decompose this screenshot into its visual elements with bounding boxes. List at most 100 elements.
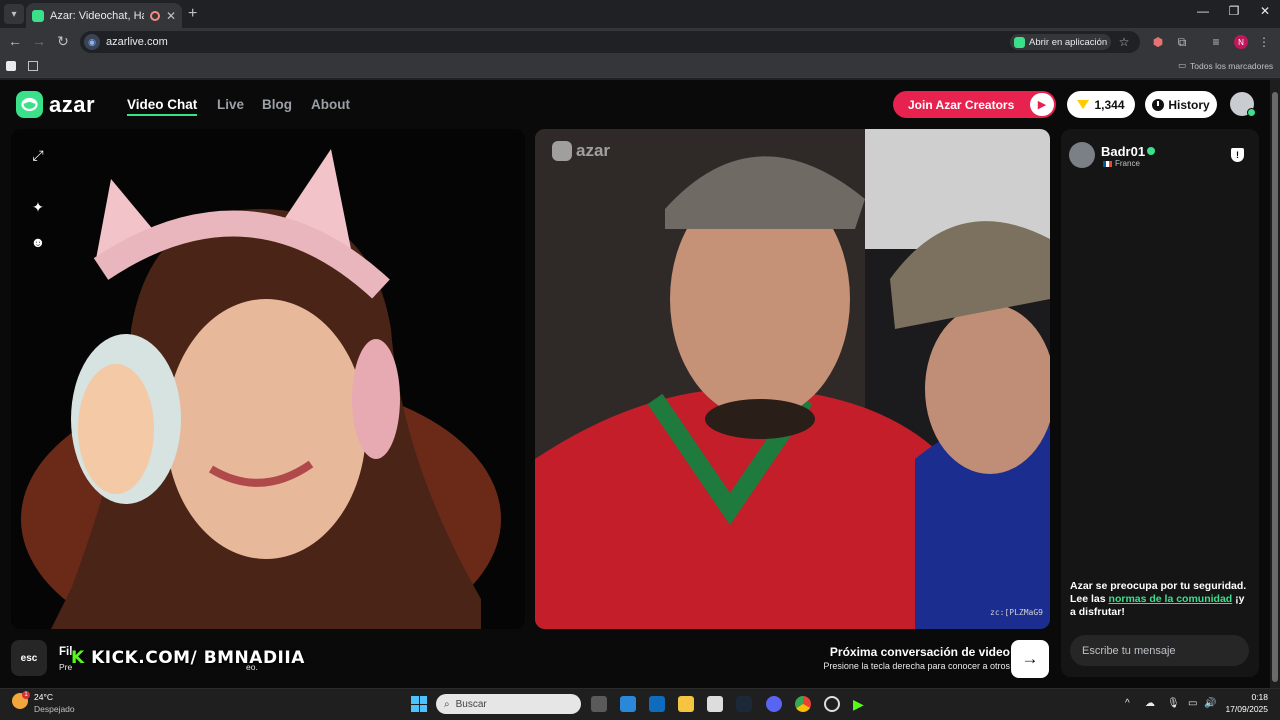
task-view-icon[interactable] xyxy=(591,696,607,712)
volume-icon[interactable]: 🔊 xyxy=(1204,698,1216,709)
tab-title: Azar: Videochat, Haz nuevo xyxy=(50,9,144,22)
effects-sparkle-icon[interactable]: ✦ xyxy=(29,198,47,216)
media-queue-icon[interactable]: ≡ xyxy=(1208,35,1224,49)
france-flag-icon xyxy=(1103,160,1112,167)
all-bookmarks-button[interactable]: ▭ Todos los marcadores xyxy=(1178,60,1273,71)
maximize-button[interactable]: ❐ xyxy=(1219,4,1249,18)
recording-icon xyxy=(149,10,160,21)
watermark-logo-icon xyxy=(552,141,572,161)
next-arrow-button[interactable]: → xyxy=(1011,640,1049,678)
watermark-text: azar xyxy=(576,141,611,160)
join-creators-button[interactable]: Join Azar Creators ▶ xyxy=(893,91,1056,118)
bookmark-star-icon[interactable]: ☆ xyxy=(1116,35,1132,49)
close-window-button[interactable]: ✕ xyxy=(1250,4,1280,18)
network-icon[interactable]: ▭ xyxy=(1188,698,1197,709)
steam-icon[interactable] xyxy=(736,696,752,712)
taskbar-search-label: Buscar xyxy=(455,698,487,710)
photos-icon[interactable] xyxy=(707,696,723,712)
open-in-app-button[interactable]: Abrir en aplicación xyxy=(1010,34,1112,50)
stream-overlay: K KICK.COM/ BMNADIIA xyxy=(71,648,305,668)
weather-condition: Despejado xyxy=(34,704,75,714)
back-arrow-icon[interactable]: ← xyxy=(6,33,24,49)
chat-message-input[interactable] xyxy=(1070,635,1249,666)
windows-start-icon[interactable] xyxy=(411,696,427,712)
arrow-right-icon: → xyxy=(1021,649,1039,668)
history-label: History xyxy=(1168,97,1210,112)
site-info-icon[interactable]: ◉ xyxy=(84,34,100,50)
remote-video-code: zc:[PLZMaG9 xyxy=(990,608,1043,617)
discord-icon[interactable] xyxy=(766,696,782,712)
nav-video-chat[interactable]: Video Chat xyxy=(127,97,198,116)
profile-avatar[interactable]: N xyxy=(1234,35,1248,49)
browser-tab-strip: ▾ Azar: Videochat, Haz nuevo ✕ + — ❐ ✕ xyxy=(0,0,1280,28)
taskbar-date[interactable]: 17/09/2025 xyxy=(1218,704,1268,714)
page-scrollbar[interactable] xyxy=(1270,80,1280,688)
expand-icon[interactable]: ⤢ xyxy=(29,146,47,164)
address-bar[interactable]: ◉ azarlive.com xyxy=(80,31,1140,53)
reload-icon[interactable]: ↻ xyxy=(54,33,72,50)
azar-logo[interactable]: azar xyxy=(16,91,95,118)
gem-icon xyxy=(1077,100,1090,109)
community-rules-link[interactable]: normas de la comunidad xyxy=(1109,593,1233,605)
stream-overlay-text: KICK.COM/ BMNADIIA xyxy=(91,648,305,668)
url-text: azarlive.com xyxy=(106,36,168,48)
peer-country-label: France xyxy=(1115,159,1140,168)
bookmark-page-icon[interactable] xyxy=(6,61,16,71)
join-creators-label: Join Azar Creators xyxy=(908,97,1015,112)
tab-search-button[interactable]: ▾ xyxy=(4,4,24,24)
chrome-icon[interactable] xyxy=(795,696,811,712)
microphone-icon[interactable]: 🎙 xyxy=(1167,698,1180,709)
store-icon[interactable] xyxy=(620,696,636,712)
remote-video-feed xyxy=(535,129,1050,629)
bookmarks-bar: ▭ Todos los marcadores xyxy=(0,56,1280,78)
new-tab-button[interactable]: + xyxy=(188,5,197,23)
nav-blog[interactable]: Blog xyxy=(262,97,292,112)
esc-button[interactable]: esc xyxy=(11,640,47,676)
remote-watermark: azar xyxy=(552,141,610,161)
temperature: 24°C xyxy=(34,692,53,702)
forward-arrow-icon[interactable]: → xyxy=(30,33,48,49)
close-tab-icon[interactable]: ✕ xyxy=(166,9,176,23)
apps-grid-icon[interactable] xyxy=(28,61,38,71)
file-explorer-icon[interactable] xyxy=(678,696,694,712)
browser-tab[interactable]: Azar: Videochat, Haz nuevo ✕ xyxy=(26,3,182,28)
scrollbar-thumb[interactable] xyxy=(1272,92,1278,682)
minimize-button[interactable]: — xyxy=(1188,4,1218,18)
next-conversation-hint: Presione la tecla derecha para conocer a… xyxy=(823,661,1010,671)
peer-country: France xyxy=(1103,159,1140,168)
nav-about[interactable]: About xyxy=(311,97,350,112)
verified-badge-icon xyxy=(1147,147,1155,155)
kick-app-icon[interactable]: ▶ xyxy=(853,696,869,712)
kick-logo-k: K xyxy=(71,648,85,668)
obs-icon[interactable] xyxy=(824,696,840,712)
face-filter-icon[interactable]: ☻ xyxy=(29,233,47,251)
online-status-dot xyxy=(1247,108,1256,117)
taskbar-time[interactable]: 0:18 xyxy=(1228,692,1268,702)
safety-notice: Azar se preocupa por tu seguridad. Lee l… xyxy=(1070,580,1250,619)
gems-balance-button[interactable]: 1,344 xyxy=(1067,91,1135,118)
play-icon: ▶ xyxy=(1030,93,1054,116)
azar-favicon-icon xyxy=(32,9,44,22)
nav-live[interactable]: Live xyxy=(217,97,244,112)
taskbar-search[interactable]: ⌕ Buscar xyxy=(436,694,581,714)
peer-name: Badr01 xyxy=(1101,144,1146,159)
user-profile-avatar[interactable] xyxy=(1230,92,1256,117)
browser-toolbar: ← → ↻ ◉ azarlive.com Abrir en aplicación… xyxy=(0,28,1280,56)
chrome-menu-icon[interactable]: ⋮ xyxy=(1256,35,1272,49)
outlook-icon[interactable] xyxy=(649,696,665,712)
history-button[interactable]: History xyxy=(1145,91,1217,118)
peer-avatar[interactable] xyxy=(1069,142,1095,168)
azar-logo-text: azar xyxy=(49,91,96,117)
local-video xyxy=(11,129,525,629)
report-shield-icon[interactable]: ! xyxy=(1231,148,1244,162)
tray-overflow-icon[interactable]: ^ xyxy=(1125,698,1130,709)
extensions-puzzle-icon[interactable]: ⧉ xyxy=(1174,35,1190,50)
onedrive-icon[interactable]: ☁ xyxy=(1145,698,1155,709)
extension-badge-icon[interactable]: ⬢ xyxy=(1150,35,1166,49)
remote-video xyxy=(535,129,1050,629)
all-bookmarks-label: Todos los marcadores xyxy=(1190,60,1274,71)
folder-icon: ▭ xyxy=(1178,60,1187,70)
gems-count: 1,344 xyxy=(1094,97,1125,112)
next-conversation-title: Próxima conversación de video xyxy=(829,645,1010,659)
clock-icon xyxy=(1152,98,1165,111)
